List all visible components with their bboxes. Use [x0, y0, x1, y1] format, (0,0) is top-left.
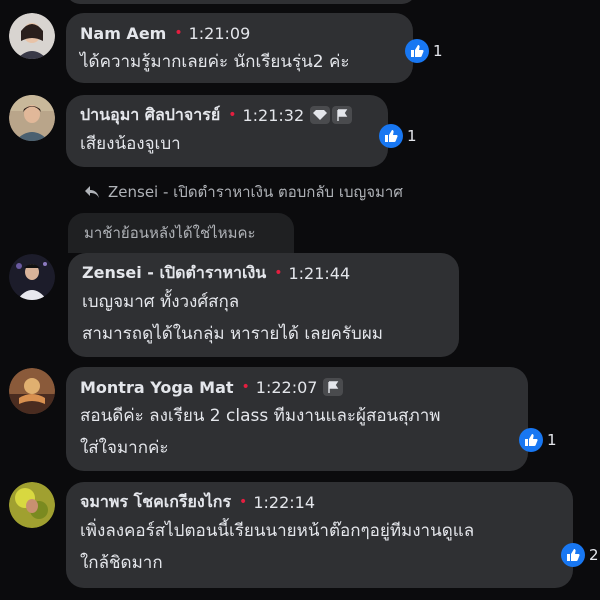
- flag-icon: [323, 378, 344, 396]
- comment-text: เสียงน้องจูเบา: [80, 134, 181, 154]
- comment-time[interactable]: 1:21:44: [288, 264, 350, 283]
- comment-bubble: Zensei - เปิดตำราหาเงิน • 1:21:44 เบญจมา…: [68, 253, 459, 357]
- comment-time[interactable]: 1:22:07: [256, 378, 318, 397]
- thumbs-up-icon: [561, 543, 585, 567]
- like-reaction[interactable]: 1: [379, 123, 417, 149]
- separator-dot: •: [241, 379, 250, 395]
- like-count: 1: [547, 431, 557, 449]
- thumbs-up-icon: [519, 428, 543, 452]
- like-reaction[interactable]: 2: [561, 542, 599, 568]
- like-count: 1: [407, 127, 417, 145]
- flag-icon: [332, 106, 353, 124]
- comment-text: สามารถดูได้ในกลุ่ม หารายได้ เลยครับผม: [82, 324, 384, 344]
- comment-text: ใส่ใจมากค่ะ: [80, 438, 169, 458]
- comment-text: ใกล้ชิดมาก: [80, 553, 163, 573]
- comment-time[interactable]: 1:21:32: [242, 106, 304, 125]
- quoted-comment[interactable]: มาช้าย้อนหลังได้ใช่ไหมคะ: [68, 213, 294, 253]
- avatar[interactable]: [9, 482, 55, 528]
- comment-bubble: จมาพร โชคเกรียงไกร • 1:22:14 เพิ่งลงคอร์…: [66, 482, 573, 588]
- commenter-name[interactable]: Montra Yoga Mat: [80, 378, 234, 397]
- comment-text: สอนดีค่ะ ลงเรียน 2 class ทีมงานและผู้สอน…: [80, 406, 441, 426]
- comment-text: ได้ความรู้มากเลยค่ะ นักเรียนรุ่น2 ค่ะ: [80, 52, 350, 72]
- comment-bubble: ปานอุมา ศิลปาจารย์ • 1:21:32 เสียงน้องจู…: [66, 95, 388, 167]
- like-reaction[interactable]: 1: [519, 427, 557, 453]
- comment-bubble: Nam Aem • 1:21:09 ได้ความรู้มากเลยค่ะ นั…: [66, 13, 413, 83]
- thumbs-up-icon: [379, 124, 403, 148]
- separator-dot: •: [174, 25, 183, 41]
- avatar[interactable]: [9, 95, 55, 141]
- separator-dot: •: [274, 265, 283, 281]
- diamond-icon: [310, 106, 331, 124]
- previous-comment-bubble: [66, 0, 416, 4]
- comment-time[interactable]: 1:22:14: [253, 493, 315, 512]
- comment-time[interactable]: 1:21:09: [189, 24, 251, 43]
- comment-text: เพิ่งลงคอร์สไปตอนนี้เรียนนายหน้าต๊อกๆอยู…: [80, 521, 475, 541]
- commenter-name[interactable]: จมาพร โชคเกรียงไกร: [80, 490, 231, 515]
- like-reaction[interactable]: 1: [405, 38, 443, 64]
- avatar[interactable]: [9, 368, 55, 414]
- commenter-name[interactable]: ปานอุมา ศิลปาจารย์: [80, 103, 220, 128]
- comment-bubble: Montra Yoga Mat • 1:22:07 สอนดีค่ะ ลงเรี…: [66, 367, 528, 471]
- reply-indicator[interactable]: Zensei - เปิดตำราหาเงิน ตอบกลับ เบญจมาศ: [84, 180, 403, 204]
- commenter-name[interactable]: Zensei - เปิดตำราหาเงิน: [82, 261, 266, 286]
- avatar[interactable]: [9, 254, 55, 300]
- separator-dot: •: [239, 494, 248, 510]
- separator-dot: •: [228, 107, 237, 123]
- comment-text: เบญจมาศ ทั้งวงศ์สกุล: [82, 292, 240, 312]
- thumbs-up-icon: [405, 39, 429, 63]
- like-count: 2: [589, 546, 599, 564]
- like-count: 1: [433, 42, 443, 60]
- avatar[interactable]: [9, 13, 55, 59]
- reply-arrow-icon: [84, 185, 100, 199]
- commenter-name[interactable]: Nam Aem: [80, 24, 166, 43]
- reply-text: Zensei - เปิดตำราหาเงิน ตอบกลับ เบญจมาศ: [108, 183, 403, 201]
